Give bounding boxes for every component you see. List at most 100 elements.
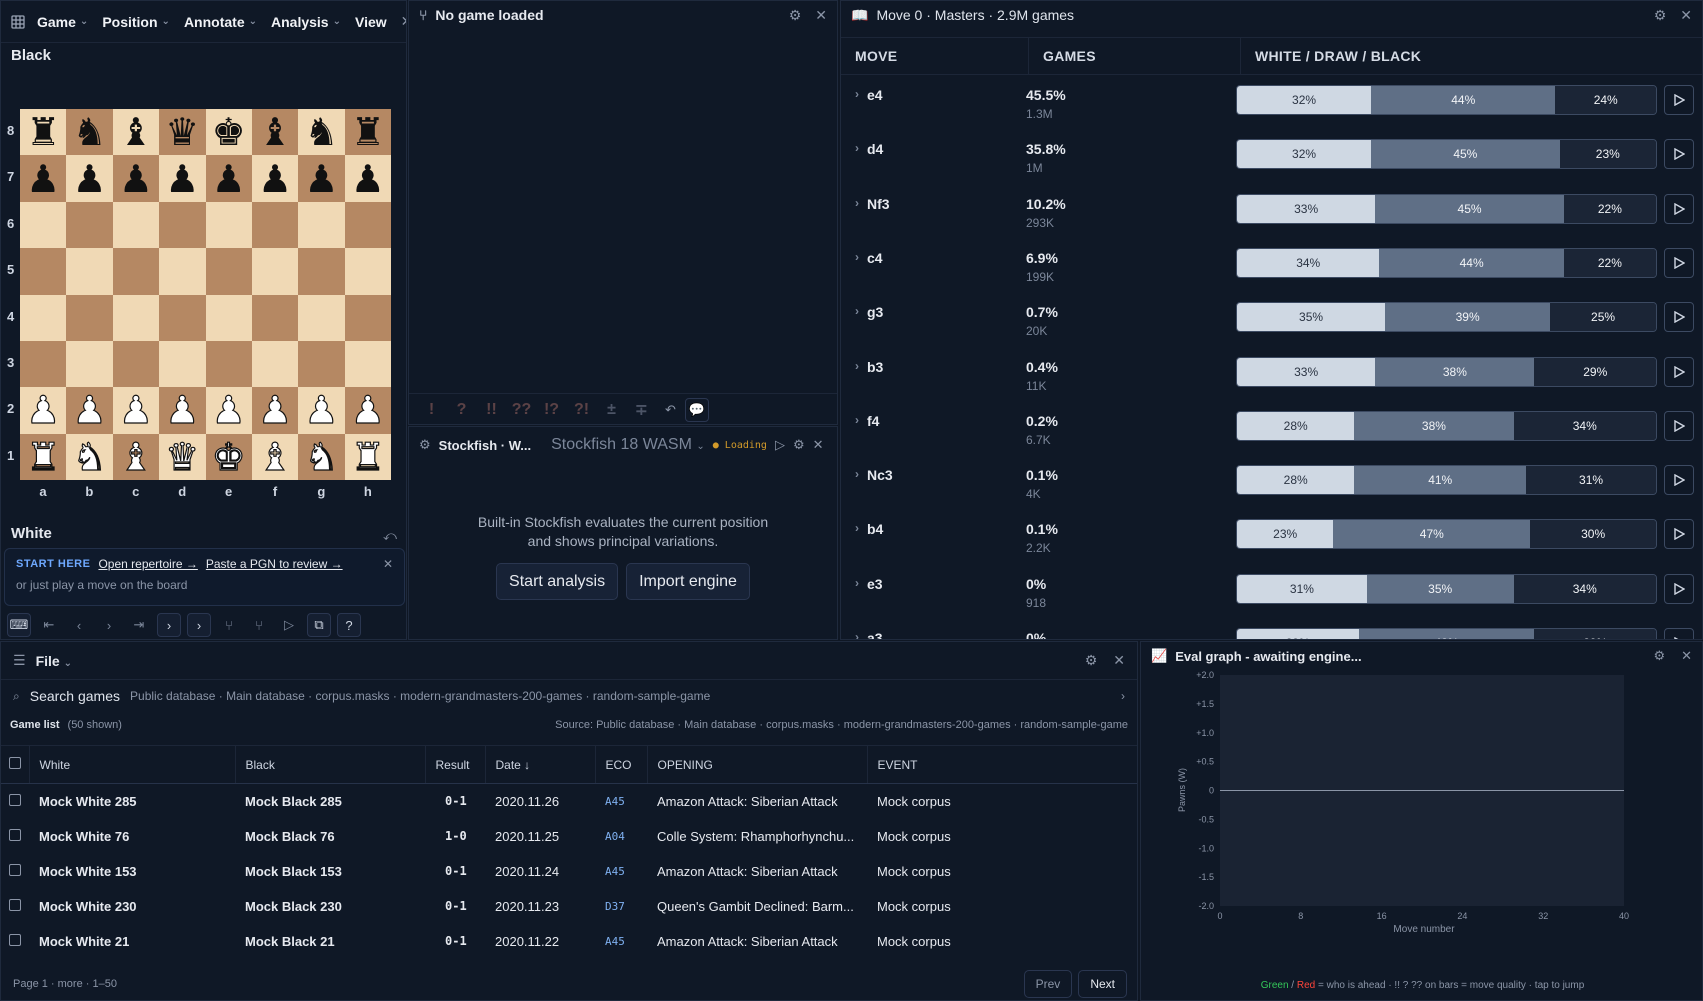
white-pawn-icon[interactable]: ♟ xyxy=(257,391,292,430)
explorer-move[interactable]: › g3 xyxy=(855,304,883,320)
explorer-move[interactable]: › a3 xyxy=(855,630,883,639)
chevron-right-icon[interactable]: › xyxy=(855,413,859,429)
white-pawn-icon[interactable]: ♟ xyxy=(350,391,385,430)
chevron-right-icon[interactable]: › xyxy=(157,613,181,637)
black-pawn-icon[interactable]: ♟ xyxy=(351,160,385,198)
square-d3[interactable] xyxy=(159,340,206,388)
square-b4[interactable] xyxy=(66,294,113,341)
chevron-right-icon[interactable]: › xyxy=(855,304,859,320)
play-icon[interactable] xyxy=(1664,410,1694,441)
explorer-row[interactable]: › a3 0% 29%42%29% xyxy=(841,620,1702,639)
col-opening[interactable]: OPENING xyxy=(647,745,868,784)
square-c6[interactable] xyxy=(112,201,160,249)
square-c8[interactable]: ♝ xyxy=(112,109,160,156)
undo-icon[interactable]: ↶ xyxy=(665,402,676,418)
close-icon[interactable]: ✕ xyxy=(815,7,827,24)
prev-button[interactable]: Prev xyxy=(1023,970,1073,998)
copy-icon[interactable]: ⧉ xyxy=(307,613,331,637)
explorer-move[interactable]: › b4 xyxy=(855,521,883,537)
annot-black-better[interactable]: ∓ xyxy=(631,400,652,420)
file-menu[interactable]: File ⌄ xyxy=(36,653,72,669)
play-icon[interactable] xyxy=(1664,139,1694,170)
explorer-row[interactable]: › e3 0% 918 31% 35% 34% xyxy=(841,566,1702,620)
menu-position[interactable]: Position ⌄ xyxy=(102,14,170,30)
branch-icon[interactable]: ⑂ xyxy=(217,613,241,637)
explorer-row[interactable]: › f4 0.2% 6.7K 28% 38% 34% xyxy=(841,403,1702,457)
play-icon[interactable] xyxy=(1664,193,1694,224)
explorer-move[interactable]: › f4 xyxy=(855,413,879,429)
square-a1[interactable]: ♜ xyxy=(20,433,67,480)
white-pawn-icon[interactable]: ♟ xyxy=(304,391,339,430)
black-bishop-icon[interactable]: ♝ xyxy=(258,113,292,151)
col-date[interactable]: Date ↓ xyxy=(485,745,596,784)
square-a3[interactable] xyxy=(20,340,67,388)
white-rook-icon[interactable]: ♜ xyxy=(26,437,61,476)
col-result[interactable]: Result xyxy=(425,745,486,784)
explorer-row[interactable]: › e4 45.5% 1.3M 32% 44% 24% xyxy=(841,77,1702,131)
col-black[interactable]: Black xyxy=(235,745,426,784)
square-d2[interactable]: ♟ xyxy=(159,387,206,434)
import-engine-button[interactable]: Import engine xyxy=(626,563,750,600)
chevron-right-icon[interactable]: › xyxy=(855,630,859,639)
square-e3[interactable] xyxy=(205,340,252,388)
square-d7[interactable]: ♟ xyxy=(159,155,206,202)
play-icon[interactable]: ▷ xyxy=(775,437,785,453)
next-button[interactable]: Next xyxy=(1078,970,1127,998)
close-icon[interactable]: ✕ xyxy=(1680,7,1692,24)
black-rook-icon[interactable]: ♜ xyxy=(351,113,385,151)
square-h8[interactable]: ♜ xyxy=(344,109,391,156)
square-e8[interactable]: ♚ xyxy=(205,109,252,156)
square-b5[interactable] xyxy=(66,248,113,295)
square-d6[interactable] xyxy=(159,201,206,249)
square-b8[interactable]: ♞ xyxy=(66,109,113,156)
square-g1[interactable]: ♞ xyxy=(298,433,345,480)
square-h2[interactable]: ♟ xyxy=(344,387,391,434)
square-e6[interactable] xyxy=(205,201,252,249)
col-event[interactable]: EVENT xyxy=(867,745,1137,784)
explorer-move[interactable]: › b3 xyxy=(855,359,883,375)
table-row[interactable]: Mock White 230 Mock Black 230 0-1 2020.11.2… xyxy=(1,889,1137,924)
keyboard-icon[interactable]: ⌨ xyxy=(7,613,31,637)
square-a6[interactable] xyxy=(20,201,67,249)
square-e2[interactable]: ♟ xyxy=(205,387,252,434)
square-f1[interactable]: ♝ xyxy=(251,433,299,480)
white-knight-icon[interactable]: ♞ xyxy=(72,437,107,476)
white-pawn-icon[interactable]: ♟ xyxy=(26,391,61,430)
black-knight-icon[interactable]: ♞ xyxy=(304,113,338,151)
explorer-row[interactable]: › c4 6.9% 199K 34% 44% 22% xyxy=(841,240,1702,294)
play-icon[interactable] xyxy=(1664,628,1694,639)
annot-good[interactable]: ! xyxy=(421,401,442,419)
black-queen-icon[interactable]: ♛ xyxy=(165,113,199,151)
black-rook-icon[interactable]: ♜ xyxy=(26,113,60,151)
start-analysis-button[interactable]: Start analysis xyxy=(496,563,619,600)
square-g5[interactable] xyxy=(298,248,345,295)
explorer-move[interactable]: › c4 xyxy=(855,250,883,266)
search-games-row[interactable]: ⌕ Search games Public database · Main da… xyxy=(1,680,1137,712)
annot-white-better[interactable]: ± xyxy=(601,401,622,419)
square-d4[interactable] xyxy=(159,294,206,341)
chess-board[interactable]: ♜ ♞ ♝ ♛ ♚ ♝ ♞ ♜ ♟ ♟ ♟ ♟ ♟ ♟ ♟ ♟ ♟ ♟ ♟ ♟ ♟ ♟ ♟ ♟ ♜ ♞ ♝ ♛ ♚ ♝ ♞ ♜ xyxy=(20,109,391,480)
explorer-row[interactable]: › d4 35.8% 1M 32% 45% 23% xyxy=(841,131,1702,185)
col-games[interactable]: GAMES xyxy=(1029,38,1241,74)
col-wdb[interactable]: WHITE / DRAW / BLACK xyxy=(1241,38,1702,74)
square-b3[interactable] xyxy=(66,340,113,388)
white-rook-icon[interactable]: ♜ xyxy=(350,437,385,476)
square-d5[interactable] xyxy=(159,248,206,295)
square-f8[interactable]: ♝ xyxy=(251,109,299,156)
chevron-right-icon[interactable]: › xyxy=(855,141,859,157)
chevron-right-icon[interactable]: › xyxy=(855,467,859,483)
black-pawn-icon[interactable]: ♟ xyxy=(119,160,153,198)
explorer-move[interactable]: › d4 xyxy=(855,141,883,157)
square-c7[interactable]: ♟ xyxy=(112,155,160,202)
black-king-icon[interactable]: ♚ xyxy=(212,113,246,151)
eval-graph[interactable]: +2.0+1.5+1.0+0.50-0.5-1.0-1.5-2.00 8 16 24 3… xyxy=(1141,670,1703,1001)
square-c3[interactable] xyxy=(112,340,160,388)
row-checkbox[interactable] xyxy=(1,819,29,854)
explorer-row[interactable]: › b4 0.1% 2.2K 23% 47% 30% xyxy=(841,511,1702,565)
explorer-row[interactable]: › g3 0.7% 20K 35% 39% 25% xyxy=(841,294,1702,348)
square-f6[interactable] xyxy=(251,201,299,249)
white-bishop-icon[interactable]: ♝ xyxy=(118,437,153,476)
white-pawn-icon[interactable]: ♟ xyxy=(165,391,200,430)
gear-icon[interactable]: ⚙ xyxy=(789,7,802,24)
engine-select[interactable]: Stockfish 18 WASM ⌄ xyxy=(551,436,705,454)
